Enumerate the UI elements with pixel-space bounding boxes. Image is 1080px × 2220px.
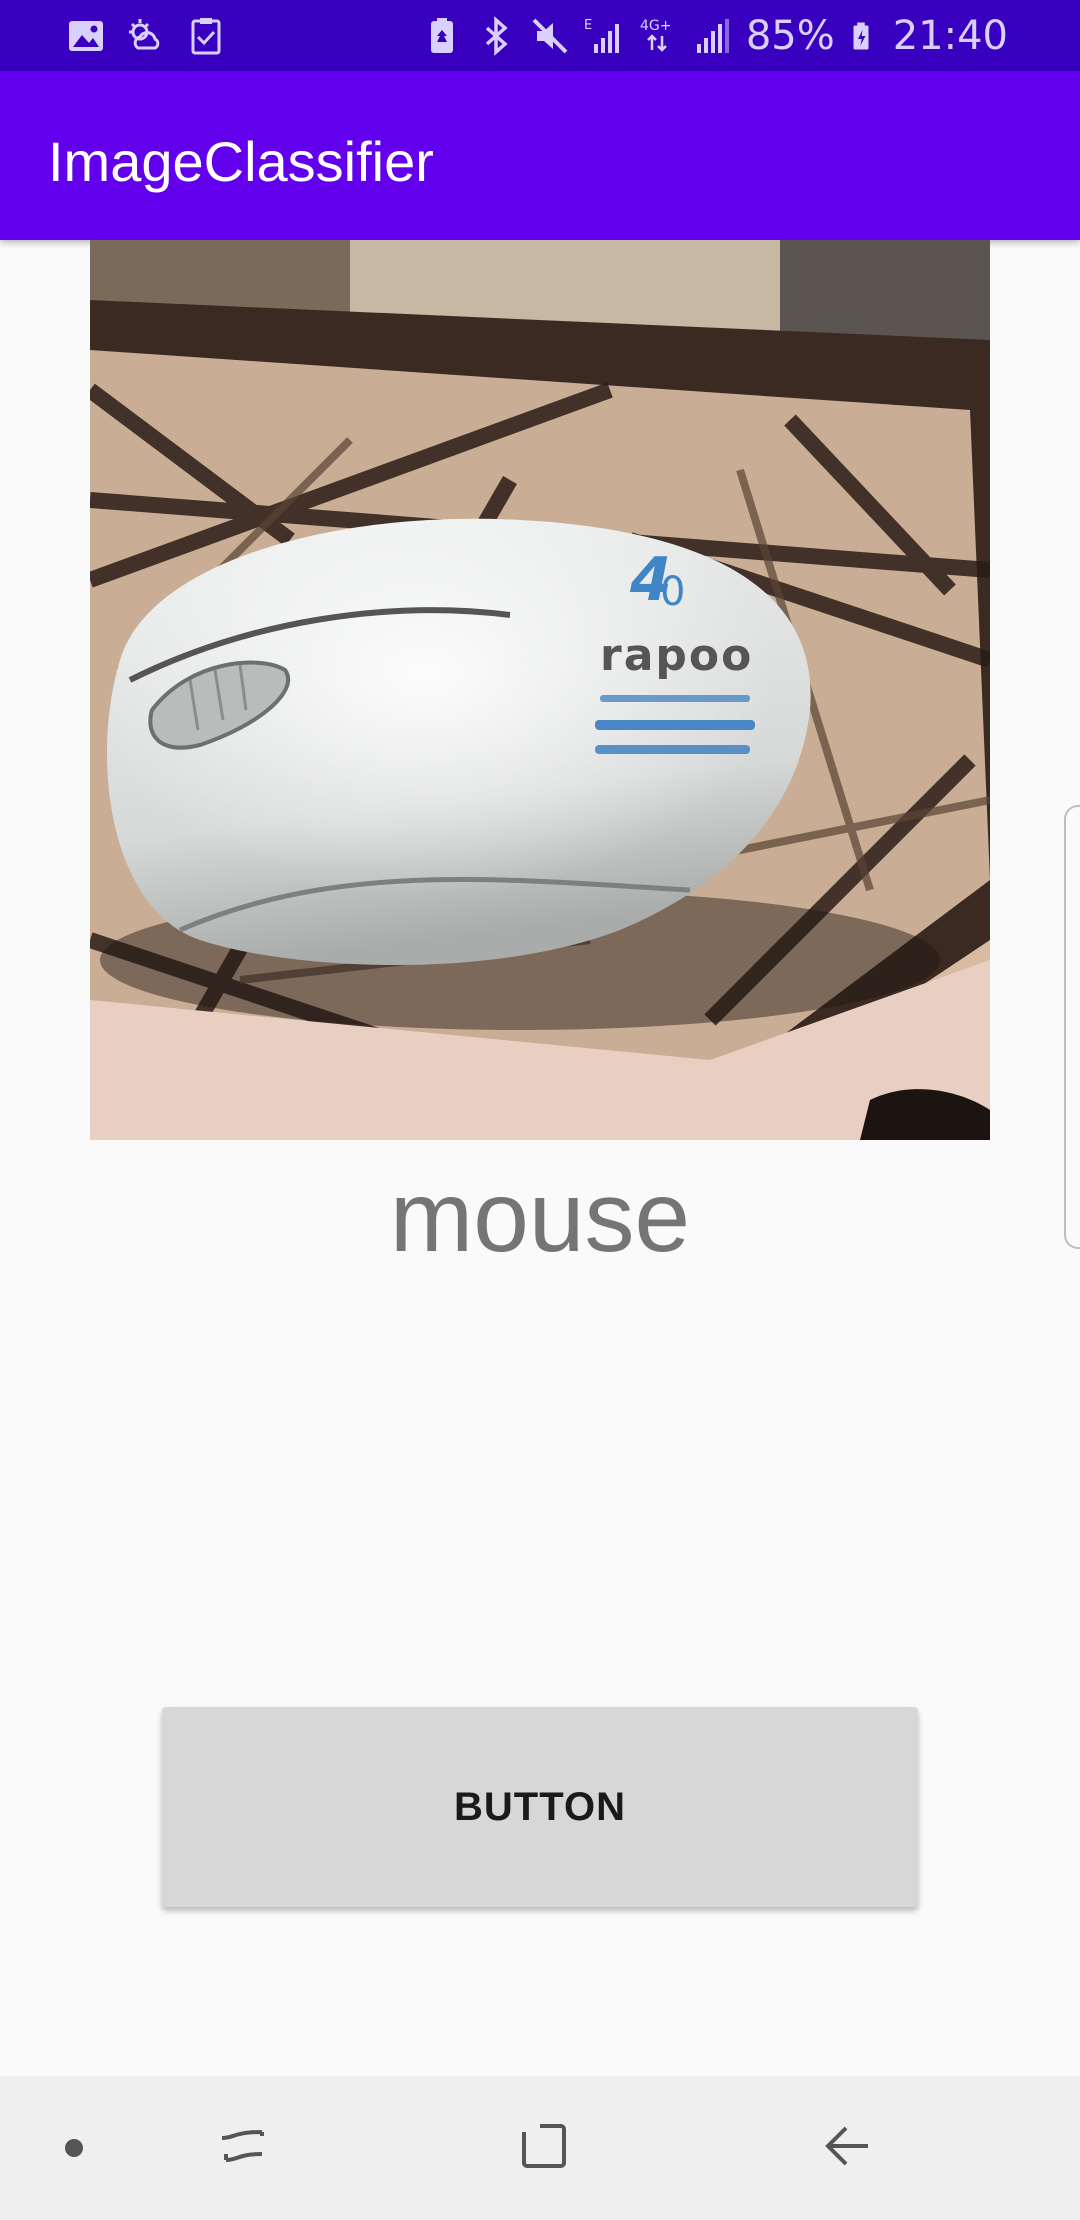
recents-icon[interactable] bbox=[214, 2116, 274, 2176]
app-title: ImageClassifier bbox=[48, 130, 434, 193]
dot-icon[interactable] bbox=[65, 2139, 83, 2157]
classify-button[interactable]: BUTTON bbox=[162, 1707, 918, 1907]
signal-e-icon: E bbox=[584, 18, 619, 53]
navigation-bar bbox=[0, 2076, 1080, 2220]
weather-icon bbox=[129, 19, 160, 50]
battery-icon bbox=[853, 22, 869, 50]
mouse-photo: 4 0 rapoo bbox=[90, 240, 990, 1140]
clock: 21:40 bbox=[892, 13, 1008, 59]
home-icon[interactable] bbox=[514, 2116, 574, 2176]
edge-panel-handle[interactable] bbox=[1064, 805, 1080, 1249]
battery-saver-icon bbox=[430, 18, 453, 53]
back-icon[interactable] bbox=[818, 2116, 878, 2176]
classification-result: mouse bbox=[389, 1161, 691, 1273]
bluetooth-icon bbox=[485, 16, 508, 56]
signal-4g-icon: 4G+ bbox=[640, 18, 672, 52]
image-icon bbox=[69, 21, 103, 51]
app-bar: ImageClassifier bbox=[0, 71, 1080, 240]
task-check-icon bbox=[191, 18, 221, 55]
signal-icon bbox=[696, 19, 729, 53]
svg-text:4G+: 4G+ bbox=[640, 18, 672, 34]
status-bar: E 4G+ 85% 21:40 bbox=[0, 0, 1080, 71]
svg-text:0: 0 bbox=[660, 569, 685, 615]
battery-percent: 85% bbox=[745, 13, 835, 59]
svg-text:rapoo: rapoo bbox=[600, 630, 753, 681]
mute-icon bbox=[532, 18, 568, 54]
svg-text:E: E bbox=[584, 18, 592, 33]
